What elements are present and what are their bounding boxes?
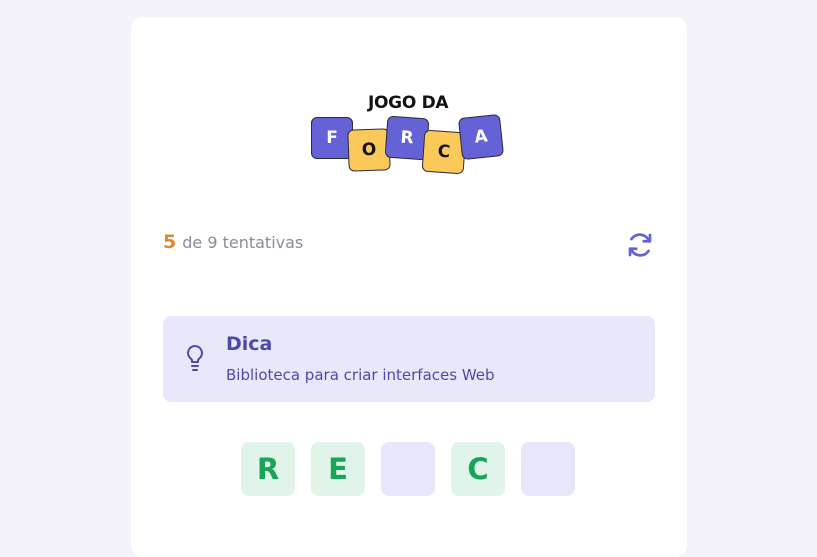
letter-slot: C bbox=[451, 442, 505, 496]
letter-slot bbox=[381, 442, 435, 496]
word-slots: R E C bbox=[241, 442, 575, 496]
attempts-used: 5 bbox=[163, 231, 177, 253]
letter-slot bbox=[521, 442, 575, 496]
hint-text: Biblioteca para criar interfaces Web bbox=[226, 366, 495, 384]
game-card: JOGO DA F O R C A 5 de 9 tentativas Dica… bbox=[131, 17, 687, 557]
hint-title: Dica bbox=[226, 333, 273, 355]
logo-tile: A bbox=[457, 113, 505, 161]
logo-title: JOGO DA bbox=[368, 93, 449, 113]
letter-slot: E bbox=[311, 442, 365, 496]
refresh-icon bbox=[628, 233, 652, 257]
hint-box: Dica Biblioteca para criar interfaces We… bbox=[163, 316, 655, 402]
lightbulb-icon bbox=[187, 345, 203, 371]
letter-slot: R bbox=[241, 442, 295, 496]
attempts-label: de 9 tentativas bbox=[182, 233, 304, 252]
game-logo: JOGO DA F O R C A bbox=[309, 89, 509, 179]
attempts-counter: 5 de 9 tentativas bbox=[163, 231, 303, 253]
reset-button[interactable] bbox=[623, 228, 657, 262]
